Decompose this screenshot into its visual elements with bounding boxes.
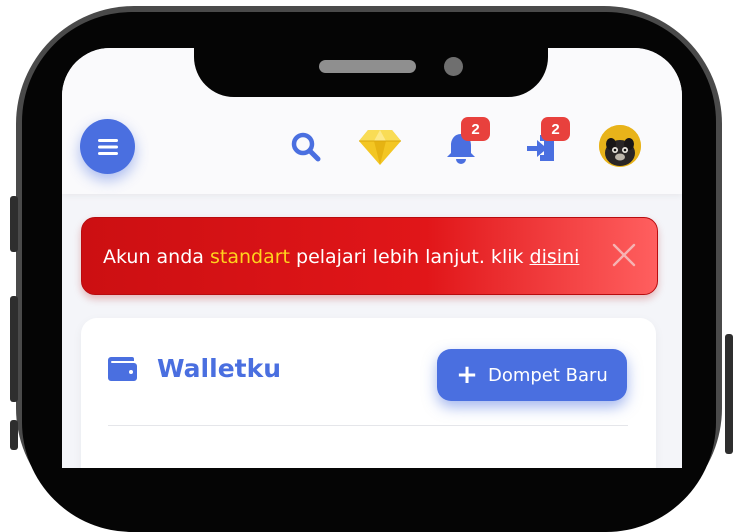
- wallet-icon: [108, 357, 137, 381]
- plus-icon: +: [456, 360, 478, 390]
- avatar[interactable]: [599, 125, 641, 167]
- premium-button[interactable]: [358, 128, 402, 171]
- phone-side-button: [10, 196, 18, 252]
- close-icon: [612, 243, 636, 267]
- phone-speaker: [319, 60, 416, 73]
- alert-close-button[interactable]: [612, 243, 636, 267]
- app-screen: 2 2 Akun anda standart pelajari lebih la…: [62, 48, 682, 468]
- phone-side-button: [10, 296, 18, 402]
- wallet-title: Walletku: [157, 354, 282, 383]
- phone-power-button: [725, 334, 733, 454]
- alert-prefix: Akun anda: [103, 246, 210, 268]
- account-alert: Akun anda standart pelajari lebih lanjut…: [81, 217, 658, 295]
- menu-button[interactable]: [80, 119, 135, 174]
- wallet-icon-wrap: [108, 357, 137, 386]
- search-button[interactable]: [290, 131, 322, 168]
- divider: [108, 425, 628, 426]
- diamond-icon: [359, 130, 401, 165]
- notifications-badge: 2: [461, 117, 490, 141]
- alert-account-type: standart: [209, 246, 290, 268]
- wallet-card: Walletku + Dompet Baru: [81, 318, 656, 468]
- alert-message: Akun anda standart pelajari lebih lanjut…: [103, 246, 579, 268]
- new-wallet-button[interactable]: + Dompet Baru: [437, 349, 627, 401]
- alert-middle: pelajari lebih lanjut. klik: [289, 246, 530, 268]
- inbox-badge: 2: [541, 117, 570, 141]
- phone-side-button: [10, 420, 18, 450]
- search-icon: [291, 132, 321, 162]
- menu-icon: [97, 138, 118, 155]
- avatar-image: [599, 125, 641, 167]
- alert-link[interactable]: disini: [530, 246, 580, 268]
- phone-camera: [444, 57, 463, 76]
- new-wallet-label: Dompet Baru: [487, 364, 608, 386]
